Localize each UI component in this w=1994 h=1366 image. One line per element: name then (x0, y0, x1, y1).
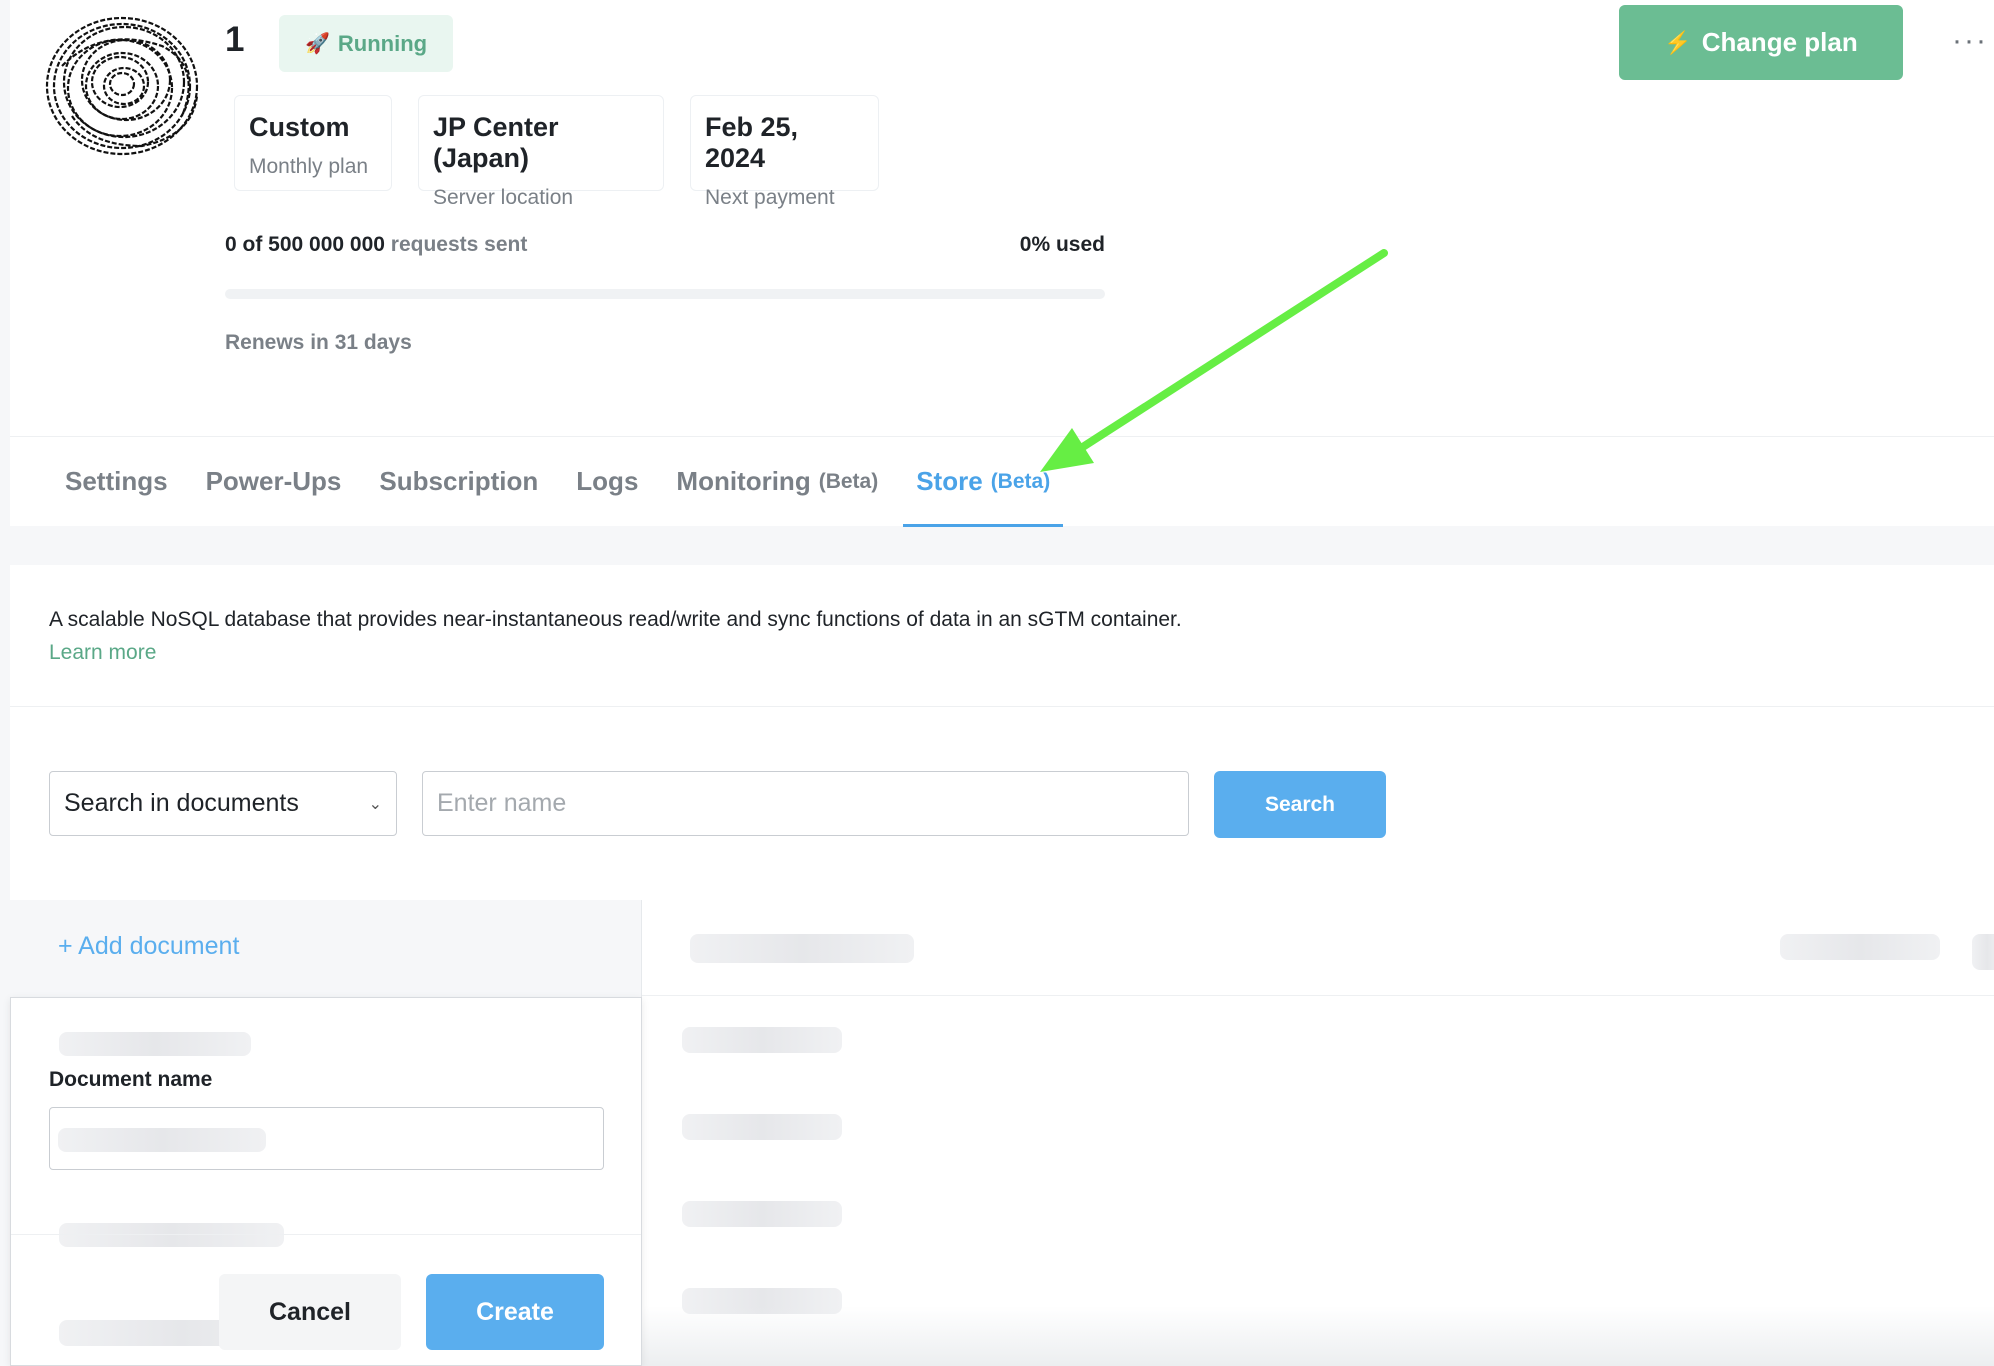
loading-skeleton (59, 1223, 284, 1247)
plan-info-box: Custom Monthly plan (234, 95, 392, 191)
loading-skeleton (682, 1027, 842, 1053)
tab-power-ups[interactable]: Power-Ups (187, 437, 361, 527)
container-name: 1 (225, 20, 245, 59)
plan-value: Custom (249, 112, 350, 142)
usage-count: 0 of 500 000 000 (225, 233, 385, 256)
status-label: Running (337, 30, 428, 56)
next-payment-value: Feb 25, 2024 (705, 112, 799, 173)
tab-store[interactable]: Store (Beta) (897, 437, 1069, 527)
usage-suffix: requests sent (390, 233, 528, 256)
add-document-button[interactable]: + Add document (58, 932, 239, 961)
tab-label: Logs (576, 466, 639, 496)
server-location-value: JP Center (Japan) (433, 112, 559, 173)
tab-bar: Settings Power-Ups Subscription Logs Mon… (10, 436, 1994, 527)
tab-label: Monitoring (676, 466, 811, 496)
tab-label: Settings (65, 466, 168, 496)
tab-logs[interactable]: Logs (557, 437, 657, 527)
bottom-fade (642, 1306, 1994, 1366)
search-input[interactable] (422, 771, 1189, 836)
tab-label: Store (916, 466, 983, 496)
document-content-pane (642, 900, 1994, 1366)
document-name-input[interactable] (49, 1107, 604, 1170)
loading-skeleton (1780, 934, 1940, 960)
tab-monitoring[interactable]: Monitoring (Beta) (657, 437, 897, 527)
loading-skeleton (682, 1114, 842, 1140)
loading-skeleton (59, 1032, 251, 1056)
loading-skeleton (58, 1128, 266, 1152)
status-badge: 🚀 Running (279, 15, 454, 72)
tab-settings[interactable]: Settings (46, 437, 187, 527)
document-name-label: Document name (49, 1068, 213, 1091)
beta-badge: (Beta) (990, 469, 1051, 493)
change-plan-button[interactable]: ⚡ Change plan (1619, 5, 1903, 80)
lightning-icon: ⚡ (1664, 29, 1692, 55)
change-plan-label: Change plan (1701, 27, 1858, 57)
tab-label: Power-Ups (205, 466, 342, 496)
usage-percent: 0% used (1019, 233, 1105, 256)
divider (10, 706, 1994, 707)
store-description: A scalable NoSQL database that provides … (49, 608, 1182, 631)
fingerprint-logo-icon (45, 16, 199, 156)
server-location-info-box: JP Center (Japan) Server location (418, 95, 664, 209)
add-document-dialog: Document name Cancel Create (10, 997, 642, 1366)
learn-more-link[interactable]: Learn more (49, 641, 156, 665)
usage-summary: 0 of 500 000 000 requests sent 0% used (225, 233, 1105, 257)
chevron-down-icon: ⌄ (368, 795, 382, 813)
loading-skeleton (690, 934, 914, 963)
loading-skeleton (682, 1201, 842, 1227)
renews-text: Renews in 31 days (225, 331, 412, 354)
next-payment-info-box: Feb 25, 2024 Next payment (690, 95, 879, 209)
beta-badge: (Beta) (818, 469, 879, 493)
server-location-label: Server location (433, 186, 574, 209)
search-button[interactable]: Search (1214, 771, 1386, 838)
create-button[interactable]: Create (426, 1274, 604, 1350)
plan-label: Monthly plan (249, 155, 369, 178)
tab-subscription[interactable]: Subscription (360, 437, 557, 527)
more-options-icon[interactable]: ··· (1952, 24, 1988, 58)
usage-progress-bar (225, 289, 1105, 299)
loading-skeleton (1972, 934, 1994, 970)
tab-label: Subscription (379, 466, 539, 496)
rocket-icon: 🚀 (305, 33, 330, 55)
divider (11, 1234, 641, 1235)
store-panel: A scalable NoSQL database that provides … (10, 565, 1994, 900)
cancel-button[interactable]: Cancel (219, 1274, 401, 1350)
next-payment-label: Next payment (705, 186, 835, 209)
search-scope-value: Search in documents (64, 789, 299, 817)
search-scope-select[interactable]: Search in documents ⌄ (49, 771, 397, 836)
